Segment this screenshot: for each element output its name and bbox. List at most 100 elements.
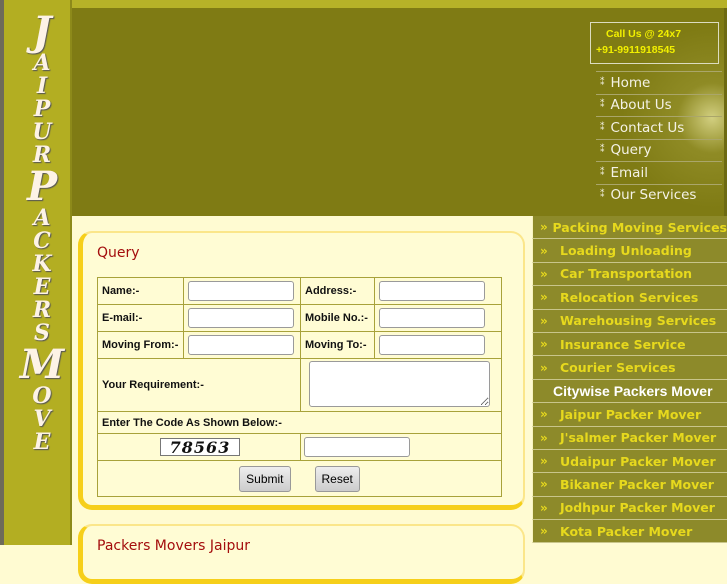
link-label: Udaipur Packer Mover [560, 453, 716, 469]
link-label: Loading Unloading [560, 243, 692, 259]
double-chevron-icon: » [540, 266, 548, 281]
query-form-table: Name:- Address:- E-mail:- Mobile No.:- Mov… [97, 277, 502, 497]
moving-from-label: Moving From:- [97, 331, 184, 359]
header-banner [72, 8, 532, 216]
bullet-icon: ⁑ [600, 167, 605, 178]
sidebar-service-link[interactable]: » Warehousing Services [532, 309, 727, 333]
submit-button[interactable]: Submit [239, 465, 291, 492]
logo-letter: M [19, 341, 65, 388]
logo-letter: E [33, 274, 51, 300]
requirement-label: Your Requirement:- [97, 358, 301, 412]
link-label: Jodhpur Packer Mover [560, 500, 715, 516]
logo-letter: U [32, 119, 52, 145]
double-chevron-icon: » [540, 360, 548, 375]
double-chevron-icon: » [540, 337, 548, 352]
left-logo-strip: J A I P U R P A C K E R S M O V E [0, 0, 72, 545]
captcha-label: Enter The Code As Shown Below:- [97, 411, 502, 434]
double-chevron-icon: » [540, 500, 548, 515]
link-label: Kota Packer Mover [560, 523, 693, 539]
logo-letter: C [33, 228, 51, 254]
nav-label: Home [610, 74, 651, 91]
sidebar-city-link[interactable]: » Bikaner Packer Mover [532, 473, 727, 497]
double-chevron-icon: » [540, 313, 548, 328]
call-us-box: Call Us @ 24x7 +91-9911918545 [590, 22, 719, 64]
logo-letter: A [33, 205, 51, 231]
name-input[interactable] [188, 281, 294, 301]
packers-movers-jaipur-box: Packers Movers Jaipur [78, 524, 525, 584]
name-label: Name:- [97, 277, 184, 305]
address-input[interactable] [379, 281, 485, 301]
sidebar-service-link[interactable]: » Relocation Services [532, 286, 727, 310]
nav-contact-us[interactable]: ⁑ Contact Us [596, 116, 722, 139]
nav-query[interactable]: ⁑ Query [596, 138, 722, 162]
top-band [0, 0, 727, 8]
sidebar-service-link[interactable]: » Packing Moving Services [532, 216, 727, 240]
double-chevron-icon: » [540, 524, 548, 539]
nav-label: Our Services [610, 187, 697, 204]
site-logo: J A I P U R P A C K E R S M O V E [16, 12, 68, 454]
nav-label: Query [610, 142, 652, 159]
nav-about-us[interactable]: ⁑ About Us [596, 93, 722, 117]
phone-number: +91-9911918545 [596, 44, 676, 56]
mobile-input[interactable] [379, 308, 485, 328]
sidebar-service-link[interactable]: » Courier Services [532, 356, 727, 380]
double-chevron-icon: » [540, 407, 548, 422]
link-label: Jaipur Packer Mover [560, 406, 702, 422]
nav-email[interactable]: ⁑ Email [596, 161, 722, 184]
moving-from-input[interactable] [188, 335, 294, 355]
bullet-icon: ⁑ [600, 190, 605, 201]
bullet-icon: ⁑ [600, 122, 605, 133]
sidebar-links: » Packing Moving Services » Loading Unload… [532, 216, 727, 544]
logo-letter: P [26, 163, 58, 210]
double-chevron-icon: » [540, 454, 548, 469]
moving-to-input[interactable] [379, 335, 485, 355]
sidebar-city-link[interactable]: » J'salmer Packer Mover [532, 426, 727, 450]
link-label: Courier Services [560, 360, 676, 376]
moving-to-label: Moving To:- [300, 331, 375, 359]
requirement-textarea[interactable] [309, 360, 490, 407]
sidebar-city-link[interactable]: » Jodhpur Packer Mover [532, 496, 727, 521]
query-title: Query [97, 245, 140, 261]
call-us-label: Call Us @ 24x7 [606, 28, 682, 40]
bullet-icon: ⁑ [600, 145, 605, 156]
nav-label: Email [610, 164, 648, 181]
bullet-icon: ⁑ [600, 100, 605, 111]
logo-letter: A [33, 50, 51, 76]
citywise-heading: Citywise Packers Mover [532, 379, 727, 404]
logo-letter: K [32, 251, 52, 277]
nav-label: About Us [610, 97, 672, 114]
captcha-input[interactable] [304, 437, 410, 457]
link-label: Warehousing Services [560, 313, 717, 329]
double-chevron-icon: » [540, 477, 548, 492]
box-title: Packers Movers Jaipur [97, 538, 250, 554]
link-label: J'salmer Packer Mover [560, 430, 717, 446]
logo-letter: J [32, 8, 52, 55]
logo-letter: P [33, 96, 51, 122]
top-nav: ⁑ Home ⁑ About Us ⁑ Contact Us ⁑ Query ⁑ Emai… [596, 71, 722, 206]
sidebar-city-link[interactable]: » Kota Packer Mover [532, 520, 727, 544]
logo-letter: V [33, 406, 51, 432]
logo-letter: R [32, 297, 52, 323]
captcha-image: 78563 [160, 438, 240, 456]
query-form-box: Query Name:- Address:- E-mail:- Mobile No.… [78, 231, 525, 510]
sidebar-city-link[interactable]: » Udaipur Packer Mover [532, 449, 727, 474]
reset-button[interactable]: Reset [314, 465, 360, 492]
link-label: Insurance Service [560, 336, 686, 352]
sidebar-city-link[interactable]: » Jaipur Packer Mover [532, 403, 727, 427]
link-label: Car Transportation [560, 266, 693, 282]
double-chevron-icon: » [540, 243, 548, 258]
logo-letter: E [33, 429, 51, 455]
sidebar-service-link[interactable]: » Loading Unloading [532, 239, 727, 263]
link-label: Bikaner Packer Mover [560, 476, 714, 492]
nav-home[interactable]: ⁑ Home [596, 71, 722, 94]
logo-letter: I [36, 73, 48, 99]
nav-our-services[interactable]: ⁑ Our Services [596, 183, 722, 207]
double-chevron-icon: » [540, 430, 548, 445]
address-label: Address:- [300, 277, 375, 305]
email-input[interactable] [188, 308, 294, 328]
logo-letter: O [32, 383, 52, 409]
bullet-icon: ⁑ [600, 77, 605, 88]
sidebar-service-link[interactable]: » Insurance Service [532, 332, 727, 357]
sidebar-service-link[interactable]: » Car Transportation [532, 262, 727, 287]
link-label: Relocation Services [560, 289, 699, 305]
